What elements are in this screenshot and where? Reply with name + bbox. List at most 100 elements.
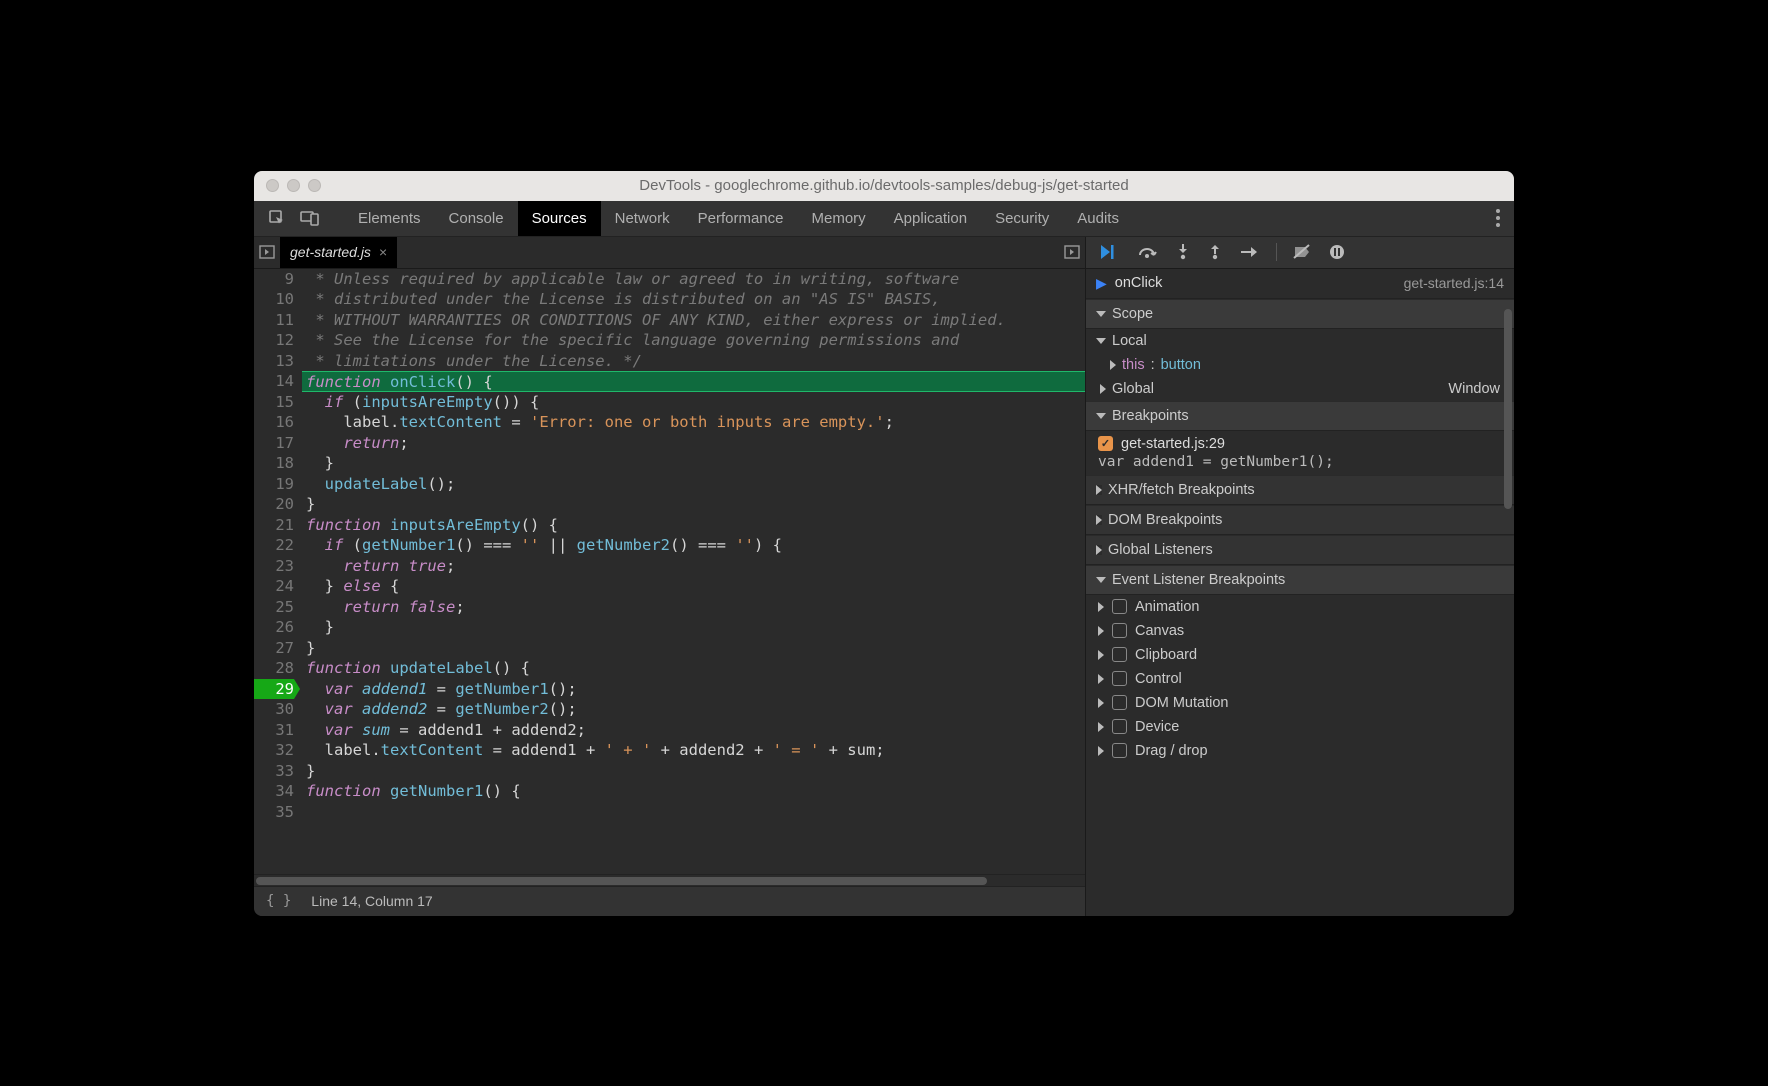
code-line[interactable]: * distributed under the License is distr… [302,289,1085,310]
step-icon[interactable] [1240,245,1260,259]
code-line[interactable]: label.textContent = addend1 + ' + ' + ad… [302,740,1085,761]
breakpoint-item[interactable]: ✓ get-started.js:29 var addend1 = getNum… [1086,431,1514,475]
pretty-print-icon[interactable]: { } [266,893,291,909]
panel-tab-network[interactable]: Network [601,201,684,236]
code-line[interactable] [302,802,1085,823]
chevron-down-icon [1096,338,1106,344]
step-over-icon[interactable] [1138,244,1158,260]
panel-tab-sources[interactable]: Sources [518,201,601,236]
code-line[interactable]: label.textContent = 'Error: one or both … [302,412,1085,433]
event-listener-breakpoints-header[interactable]: Event Listener Breakpoints [1086,565,1514,595]
event-category-checkbox[interactable] [1112,623,1127,638]
panel-tab-console[interactable]: Console [435,201,518,236]
code-line[interactable]: * WITHOUT WARRANTIES OR CONDITIONS OF AN… [302,310,1085,331]
xhr-breakpoints-header[interactable]: XHR/fetch Breakpoints [1086,475,1514,505]
event-category-item[interactable]: Device [1086,715,1514,739]
event-category-item[interactable]: Animation [1086,595,1514,619]
call-frame-location: get-started.js:14 [1404,275,1504,291]
editor-horizontal-scrollbar[interactable] [254,874,1085,886]
close-tab-icon[interactable]: × [379,244,387,260]
code-line[interactable]: function getNumber1() { [302,781,1085,802]
chevron-right-icon [1096,515,1102,525]
code-line[interactable]: if (getNumber1() === '' || getNumber2() … [302,535,1085,556]
inspect-element-icon[interactable] [268,209,286,227]
event-category-checkbox[interactable] [1112,743,1127,758]
scope-header[interactable]: Scope [1086,299,1514,329]
resume-icon[interactable] [1100,244,1120,260]
code-line[interactable]: * Unless required by applicable law or a… [302,269,1085,290]
event-category-checkbox[interactable] [1112,671,1127,686]
deactivate-breakpoints-icon[interactable] [1293,244,1311,260]
chevron-right-icon [1110,360,1116,370]
call-frame-name: onClick [1115,275,1163,291]
traffic-zoom[interactable] [308,179,321,192]
event-category-checkbox[interactable] [1112,719,1127,734]
event-category-checkbox[interactable] [1112,647,1127,662]
code-line[interactable]: if (inputsAreEmpty()) { [302,392,1085,413]
event-category-item[interactable]: Control [1086,667,1514,691]
code-line[interactable]: var addend2 = getNumber2(); [302,699,1085,720]
code-editor[interactable]: 9101112131415161718192021222324252627282… [254,269,1085,874]
sidebar-vertical-scrollbar[interactable] [1503,269,1513,916]
code-line[interactable]: return; [302,433,1085,454]
dom-breakpoints-header[interactable]: DOM Breakpoints [1086,505,1514,535]
code-line[interactable]: function updateLabel() { [302,658,1085,679]
more-menu-icon[interactable] [1496,209,1500,227]
panel-tab-security[interactable]: Security [981,201,1063,236]
scope-variable-this[interactable]: this: button [1086,353,1514,377]
traffic-lights [266,179,321,192]
file-tab[interactable]: get-started.js × [280,237,397,268]
event-category-item[interactable]: Drag / drop [1086,739,1514,763]
breakpoints-header[interactable]: Breakpoints [1086,401,1514,431]
panel-tab-memory[interactable]: Memory [798,201,880,236]
code-line[interactable]: return false; [302,597,1085,618]
debugger-controls [1086,237,1514,269]
code-line[interactable]: * limitations under the License. */ [302,351,1085,372]
devtools-window: DevTools - googlechrome.github.io/devtoo… [254,171,1514,916]
event-category-checkbox[interactable] [1112,695,1127,710]
code-line[interactable]: function onClick() { [302,371,1085,392]
event-category-checkbox[interactable] [1112,599,1127,614]
code-line[interactable]: } else { [302,576,1085,597]
panel-tab-audits[interactable]: Audits [1063,201,1133,236]
step-into-icon[interactable] [1176,244,1190,260]
scope-local[interactable]: Local [1086,329,1514,353]
chevron-down-icon [1096,413,1106,419]
code-line[interactable]: * See the License for the specific langu… [302,330,1085,351]
global-listeners-header[interactable]: Global Listeners [1086,535,1514,565]
scope-global[interactable]: Global Window [1086,377,1514,401]
chevron-right-icon [1098,602,1104,612]
event-category-item[interactable]: Canvas [1086,619,1514,643]
line-gutter[interactable]: 9101112131415161718192021222324252627282… [254,269,302,874]
code-line[interactable]: } [302,494,1085,515]
panel-tab-application[interactable]: Application [880,201,981,236]
pause-on-exceptions-icon[interactable] [1329,244,1345,260]
traffic-minimize[interactable] [287,179,300,192]
code-line[interactable]: } [302,638,1085,659]
code-line[interactable]: return true; [302,556,1085,577]
breakpoint-checkbox[interactable]: ✓ [1098,436,1113,451]
code-line[interactable]: var sum = addend1 + addend2; [302,720,1085,741]
event-category-item[interactable]: Clipboard [1086,643,1514,667]
show-navigator-icon[interactable] [254,243,280,261]
panel-tab-performance[interactable]: Performance [684,201,798,236]
code-line[interactable]: } [302,761,1085,782]
step-out-icon[interactable] [1208,244,1222,260]
chevron-right-icon [1098,626,1104,636]
code-line[interactable]: function inputsAreEmpty() { [302,515,1085,536]
code-line[interactable]: } [302,453,1085,474]
chevron-right-icon [1098,746,1104,756]
breakpoint-code: var addend1 = getNumber1(); [1098,452,1502,470]
code-area[interactable]: * Unless required by applicable law or a… [302,269,1085,874]
call-stack-frame[interactable]: ▶ onClick get-started.js:14 [1086,269,1514,299]
more-tabs-icon[interactable] [1059,243,1085,261]
panel-tab-elements[interactable]: Elements [344,201,435,236]
event-category-item[interactable]: DOM Mutation [1086,691,1514,715]
window-title: DevTools - googlechrome.github.io/devtoo… [254,177,1514,194]
device-toggle-icon[interactable] [300,209,320,227]
code-line[interactable]: updateLabel(); [302,474,1085,495]
code-line[interactable]: var addend1 = getNumber1(); [302,679,1085,700]
code-line[interactable]: } [302,617,1085,638]
traffic-close[interactable] [266,179,279,192]
main-toolbar: ElementsConsoleSourcesNetworkPerformance… [254,201,1514,237]
